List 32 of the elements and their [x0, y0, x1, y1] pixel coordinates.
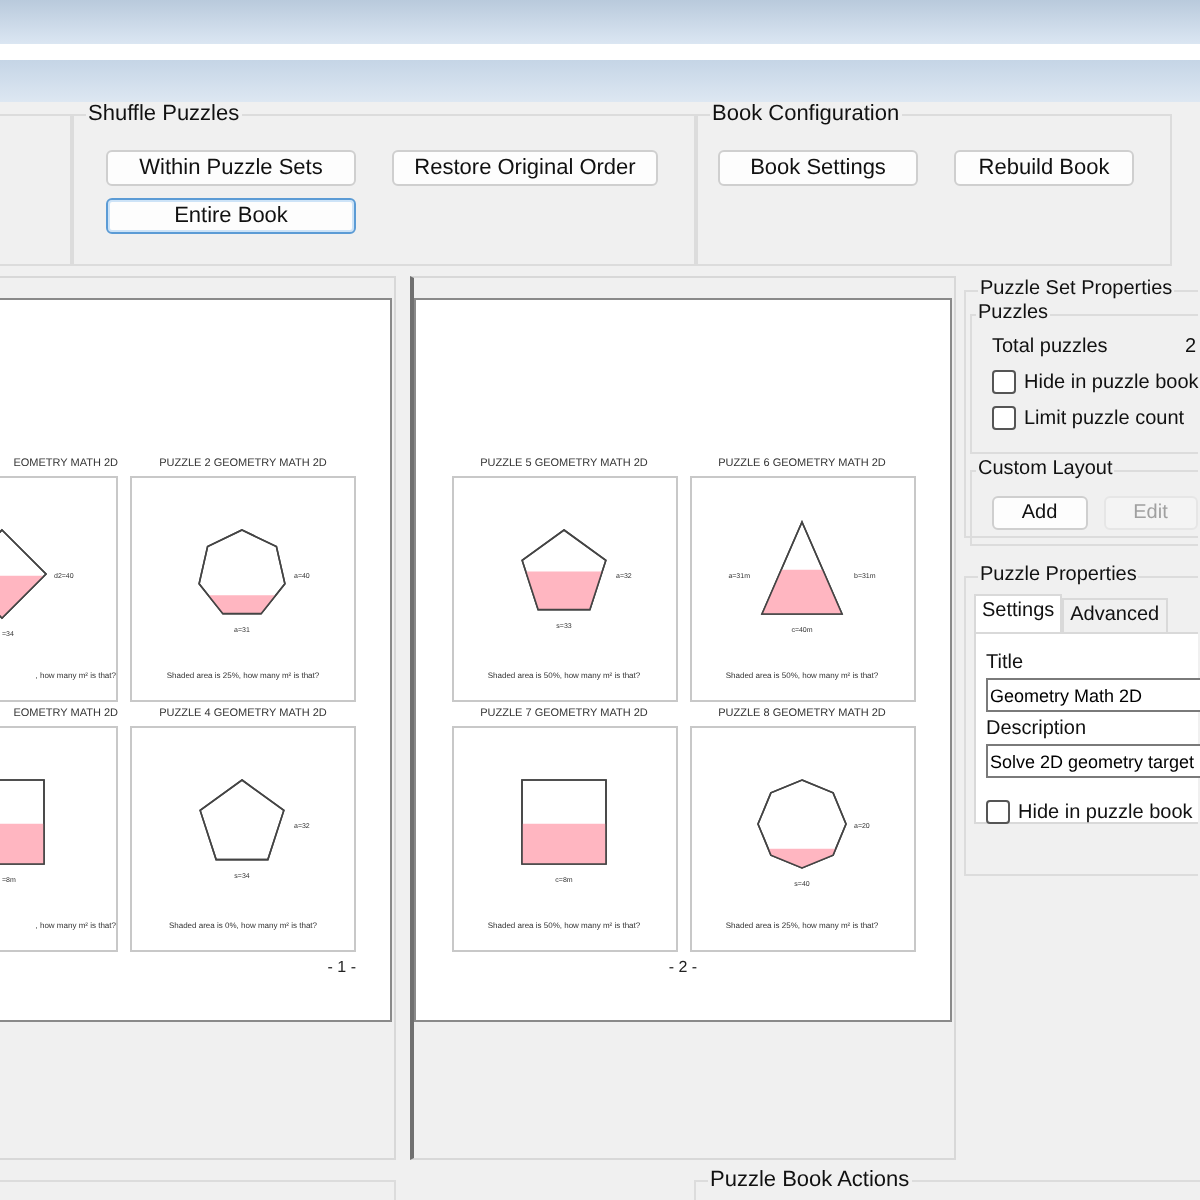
- checkbox[interactable]: Hide in puzzle book: [986, 794, 1198, 830]
- checkbox[interactable]: Hide in puzzle book: [992, 364, 1198, 400]
- tab[interactable]: Advanced: [1062, 598, 1168, 632]
- pentagon-drawing: [520, 529, 606, 611]
- group-title: Puzzle Book Actions: [708, 1168, 912, 1192]
- button[interactable]: Within Puzzle Sets: [106, 150, 356, 186]
- triangle-drawing: [759, 520, 843, 615]
- button[interactable]: Book Settings: [718, 150, 918, 186]
- total-label: Total puzzles: [992, 336, 1108, 358]
- heptagon-drawing: [198, 529, 286, 615]
- field-label: Description: [986, 718, 1089, 740]
- square-drawing: [520, 779, 606, 865]
- group-title: Book Configuration: [710, 102, 902, 126]
- page-number: - 1 -: [327, 958, 356, 976]
- button[interactable]: Add: [992, 496, 1087, 530]
- text-field[interactable]: Solve 2D geometry target: [986, 744, 1200, 778]
- button[interactable]: Rebuild Book: [954, 150, 1134, 186]
- group-title: Shuffle Puzzles: [86, 102, 242, 126]
- text-field[interactable]: Geometry Math 2D: [986, 678, 1200, 712]
- button[interactable]: Entire Book: [106, 198, 356, 234]
- pentagon-drawing: [199, 779, 285, 861]
- group-title: Puzzle Set Properties: [978, 278, 1175, 300]
- button[interactable]: Restore Original Order: [392, 150, 658, 186]
- group-title: Puzzle Properties: [978, 564, 1139, 586]
- field-label: Title: [986, 652, 1026, 674]
- total-value: 2: [1184, 336, 1196, 358]
- tab[interactable]: Settings: [974, 594, 1063, 632]
- group-title: Puzzles: [976, 302, 1051, 324]
- group-title: Custom Layout: [976, 458, 1115, 480]
- checkbox[interactable]: Limit puzzle count: [992, 400, 1198, 436]
- octagon-drawing: [756, 779, 846, 869]
- page-number: - 2 -: [668, 958, 698, 976]
